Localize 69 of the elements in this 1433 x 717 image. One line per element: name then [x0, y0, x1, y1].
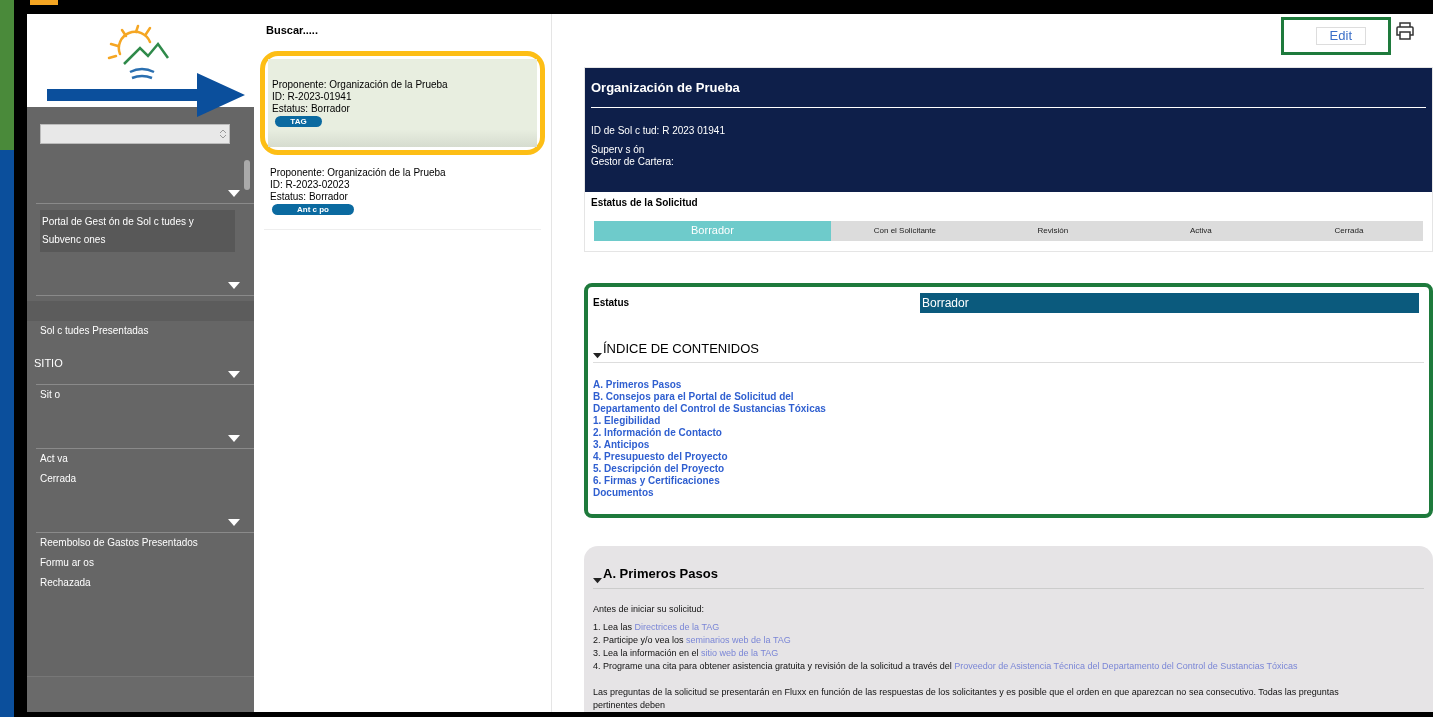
- status-text: Estatus: Borrador: [272, 102, 350, 115]
- toc-link[interactable]: 2. Información de Contacto: [593, 427, 722, 440]
- toc-link[interactable]: 3. Anticipos: [593, 439, 650, 452]
- step-text: 1. Lea las Directrices de la TAG: [593, 621, 721, 634]
- toc-link[interactable]: 6. Firmas y Certificaciones: [593, 475, 720, 488]
- status-step: Con el Solicitante: [830, 220, 979, 241]
- toc-link[interactable]: B. Consejos para el Portal de Solicitud del: [593, 391, 794, 404]
- section-header[interactable]: SITIO: [34, 354, 63, 371]
- application-card[interactable]: Proponente: Organización de la Prueba ID: R-2023-01941 Estatus: Borrador TAG: [268, 58, 537, 147]
- collapse-button[interactable]: [228, 519, 240, 527]
- intro-text: Antes de iniciar su solicitud:: [593, 603, 706, 616]
- sidebar-item[interactable]: Sit o: [40, 385, 254, 405]
- caret-icon: [228, 371, 240, 379]
- spinner-icon: [219, 127, 227, 140]
- status-label: Estatus: [593, 296, 631, 311]
- caret-icon: [593, 352, 602, 361]
- proponent-text: Proponente: Organización de la Prueba: [272, 78, 448, 91]
- sidebar-item[interactable]: Portal de Gest ón de Sol c tudes y Subvenc ones: [40, 210, 235, 252]
- caret-icon: [228, 435, 240, 443]
- collapse-button[interactable]: [228, 282, 240, 290]
- toc-link[interactable]: 5. Descripción del Proyecto: [593, 463, 725, 476]
- sidebar-item[interactable]: Sol c tudes Presentadas: [40, 321, 254, 341]
- organization-title: Organización de Prueba: [591, 77, 1426, 109]
- sidebar-item[interactable]: Reembolso de Gastos Presentados: [40, 533, 254, 553]
- collapse-button[interactable]: [228, 371, 240, 379]
- scrollbar[interactable]: [244, 160, 250, 190]
- caret-icon: [228, 190, 240, 198]
- status-step: Revisión: [978, 220, 1127, 241]
- sidebar-item[interactable]: Rechazada: [40, 573, 254, 593]
- section-title: A. Primeros Pasos: [603, 564, 718, 583]
- toc-link[interactable]: 1. Elegibilidad: [593, 415, 661, 428]
- sidebar-item[interactable]: Act va: [40, 449, 254, 469]
- search-label[interactable]: Buscar.....: [254, 14, 551, 51]
- status-step: Activa: [1126, 220, 1275, 241]
- id-text: ID: R-2023-02023: [270, 178, 350, 191]
- toc-link[interactable]: A. Primeros Pasos: [593, 379, 682, 392]
- toc-link[interactable]: Documentos: [593, 487, 654, 500]
- status-value: Borrador: [920, 292, 1419, 313]
- print-icon[interactable]: [1395, 21, 1415, 41]
- select-field[interactable]: [40, 123, 230, 144]
- header-line: Superv s ón: [591, 144, 646, 157]
- caret-icon: [228, 282, 240, 290]
- status-step: Cerrada: [1274, 220, 1423, 241]
- status-text: Estatus: Borrador: [270, 190, 348, 203]
- info-paragraph: Las preguntas de la solicitud se presentarán en Fluxx en función de las respuestas de los solicitantes y es posible que el orden en que aparezcan no sea consecutivo. Todas las preguntas pertinentes deben: [593, 686, 1340, 712]
- header-line: ID de Sol c tud: R 2023 01941: [591, 125, 726, 138]
- toggle-button[interactable]: [593, 577, 602, 585]
- proponent-text: Proponente: Organización de la Prueba: [270, 166, 446, 179]
- collapse-button[interactable]: [228, 435, 240, 443]
- sidebar-item[interactable]: Cerrada: [40, 469, 254, 489]
- collapse-button[interactable]: [228, 190, 240, 198]
- step-text: 4. Programe una cita para obtener asistencia gratuita y revisión de la solicitud a través del Proveedor de Asistencia Técnica del Departamento del Control de Sustancias Tóxicas: [593, 660, 1299, 673]
- step-text: 3. Lea la información en el sitio web de la TAG: [593, 647, 780, 660]
- background-stripe: [30, 0, 58, 5]
- header-line: Gestor de Cartera:: [591, 156, 675, 169]
- status-title: Estatus de la Solicitud: [590, 195, 699, 210]
- toc-link[interactable]: Departamento del Control de Sustancias Tóxicas: [593, 403, 826, 416]
- toggle-button[interactable]: [593, 352, 602, 361]
- step-text: 2. Participe y/o vea los seminarios web de la TAG: [593, 634, 792, 647]
- tag-badge: Ant c po: [272, 203, 354, 215]
- id-text: ID: R-2023-01941: [272, 90, 352, 103]
- caret-icon: [593, 577, 602, 585]
- caret-icon: [228, 519, 240, 527]
- tag-badge: TAG: [275, 115, 322, 127]
- toc-title: ÍNDICE DE CONTENIDOS: [603, 339, 759, 358]
- sidebar-item[interactable]: Formu ar os: [40, 553, 254, 573]
- toc-link[interactable]: 4. Presupuesto del Proyecto: [593, 451, 728, 464]
- status-step: Borrador: [594, 220, 831, 241]
- edit-button[interactable]: Edit: [1315, 27, 1366, 45]
